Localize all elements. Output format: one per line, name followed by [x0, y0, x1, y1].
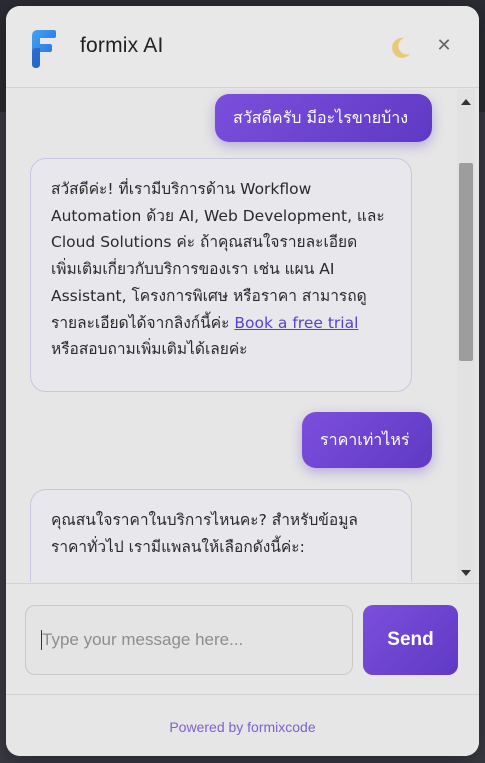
send-button[interactable]: Send: [363, 605, 458, 675]
user-message-text: สวัสดีครับ มีอะไรขายบ้าง: [233, 107, 409, 127]
user-message: สวัสดีครับ มีอะไรขายบ้าง: [215, 94, 432, 142]
assistant-line-text: รายละเอียดได้จากลิงก์นี้ค่ะ: [51, 313, 230, 332]
user-message: ราคาเท่าไหร่: [302, 412, 432, 468]
scroll-down-arrow-icon[interactable]: [461, 570, 471, 576]
chat-widget: formix AI ✕ สวัสดีครับ มีอะไรขายบ้าง สวั…: [6, 6, 479, 756]
powered-by-text[interactable]: Powered by formixcode: [6, 719, 479, 735]
assistant-line: คุณสนใจราคาในบริการไหนคะ? สำหรับข้อมูล: [51, 511, 358, 529]
assistant-line: Assistant, โครงการพิเศษ หรือราคา สามารถด…: [51, 286, 367, 305]
message-input[interactable]: [25, 605, 353, 675]
brand-name: formix AI: [80, 34, 164, 57]
moon-icon[interactable]: [387, 35, 413, 61]
text-caret: [41, 630, 42, 650]
widget-footer: Powered by formixcode: [6, 694, 479, 756]
assistant-line: เพิ่มเติมเกี่ยวกับบริการของเรา เช่น แผน …: [51, 260, 335, 279]
assistant-line: ราคาทั่วไป เรามีแพลนให้เลือกดังนี้ค่ะ:: [51, 537, 305, 556]
assistant-line: Automation ด้วย AI, Web Development, และ: [51, 206, 385, 225]
assistant-message: สวัสดีค่ะ! ที่เรามีบริการด้าน Workflow A…: [30, 158, 412, 392]
message-composer: Send: [6, 583, 479, 695]
message-scrollbar[interactable]: [457, 89, 475, 582]
user-message-text: ราคาเท่าไหร่: [320, 429, 410, 449]
assistant-line: Cloud Solutions ค่ะ ถ้าคุณสนใจรายละเอียด: [51, 233, 358, 252]
message-list[interactable]: สวัสดีครับ มีอะไรขายบ้าง สวัสดีค่ะ! ที่เ…: [6, 89, 479, 582]
scroll-up-arrow-icon[interactable]: [461, 99, 471, 105]
formix-logo-icon: [32, 30, 56, 68]
assistant-line: รายละเอียดได้จากลิงก์นี้ค่ะ Book a free …: [51, 310, 391, 337]
scroll-thumb[interactable]: [459, 163, 473, 361]
assistant-line: หรือสอบถามเพิ่มเติมได้เลยค่ะ: [51, 340, 248, 359]
book-free-trial-link[interactable]: Book a free trial: [234, 314, 358, 332]
chat-header: formix AI ✕: [6, 6, 479, 88]
assistant-line: สวัสดีค่ะ! ที่เรามีบริการด้าน Workflow: [51, 180, 312, 198]
close-icon[interactable]: ✕: [434, 36, 454, 56]
assistant-message: คุณสนใจราคาในบริการไหนคะ? สำหรับข้อมูล ร…: [30, 489, 412, 582]
